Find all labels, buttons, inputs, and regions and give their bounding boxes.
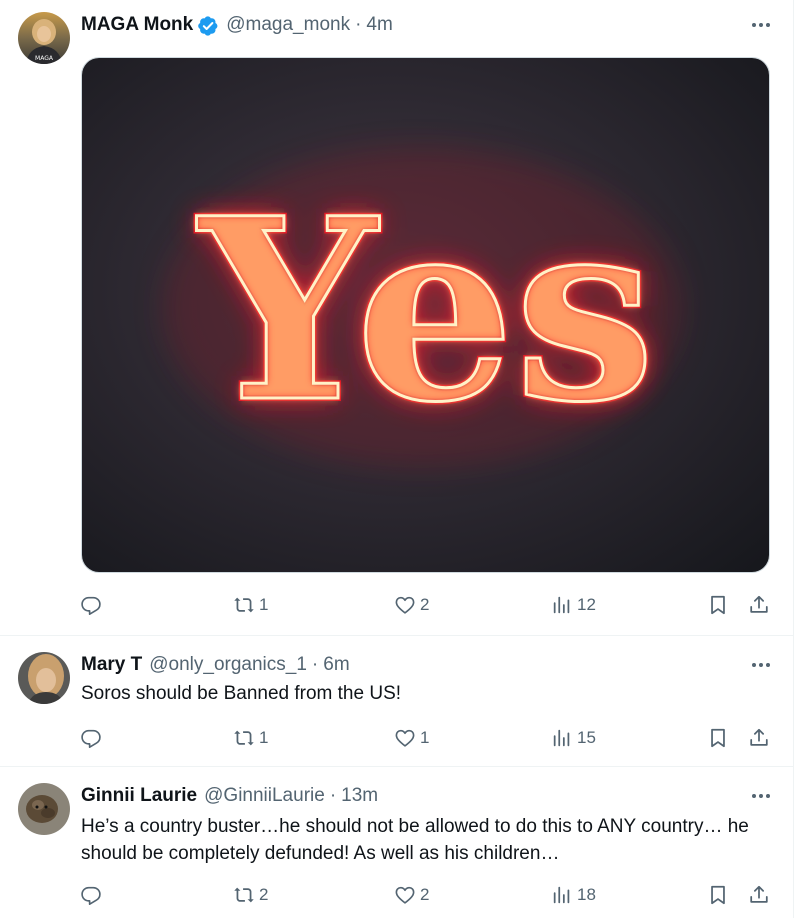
retweet-icon xyxy=(234,887,254,903)
share-button[interactable] xyxy=(748,881,770,909)
like-icon xyxy=(395,886,415,904)
tweet-actions: 1 2 12 xyxy=(0,591,793,619)
separator: · xyxy=(355,14,362,35)
separator: · xyxy=(311,654,319,675)
avatar-badge-text: MAGA xyxy=(35,55,54,62)
views-icon xyxy=(553,596,570,614)
tweet-text: Soros should be Banned from the US! xyxy=(81,683,402,704)
timestamp[interactable]: 6m xyxy=(323,653,349,677)
author-name[interactable]: Mary T xyxy=(81,653,142,677)
retweet-button[interactable]: 2 xyxy=(233,881,268,909)
views-count: 18 xyxy=(577,885,596,904)
reply-icon xyxy=(81,596,101,615)
retweet-count: 2 xyxy=(259,885,269,904)
retweet-count: 1 xyxy=(259,595,269,614)
verified-badge-icon xyxy=(198,15,218,36)
reply-icon xyxy=(81,886,101,905)
timestamp[interactable]: 4m xyxy=(366,13,392,37)
tweet-actions: 1 1 15 xyxy=(0,724,793,752)
tweet-media-image[interactable]: Yes Yes Yes Yes xyxy=(81,57,770,573)
share-icon xyxy=(750,595,768,613)
tweet-card[interactable]: MAGA MAGA Monk @maga_monk · 4m Yes Yes Y… xyxy=(0,0,793,635)
bookmark-icon xyxy=(711,728,725,748)
avatar[interactable] xyxy=(18,783,70,835)
share-icon xyxy=(750,728,768,746)
author-handle[interactable]: @only_organics_1 xyxy=(149,653,307,677)
more-options-icon[interactable] xyxy=(749,784,773,808)
bookmark-button[interactable] xyxy=(707,591,729,619)
share-icon xyxy=(750,885,768,903)
author-handle[interactable]: @maga_monk xyxy=(226,13,350,37)
bookmark-icon xyxy=(711,595,725,615)
views-button[interactable]: 18 xyxy=(551,881,596,909)
views-button[interactable]: 12 xyxy=(551,591,596,619)
reply-button[interactable] xyxy=(80,591,102,619)
views-count: 15 xyxy=(577,728,596,747)
share-button[interactable] xyxy=(748,724,770,752)
author-name[interactable]: MAGA Monk xyxy=(81,13,193,37)
timeline-border xyxy=(793,0,794,918)
reply-button[interactable] xyxy=(80,881,102,909)
bookmark-icon xyxy=(711,885,725,905)
retweet-button[interactable]: 1 xyxy=(233,591,268,619)
reply-button[interactable] xyxy=(80,724,102,752)
views-icon xyxy=(553,886,570,904)
tweet-header: Ginnii Laurie @GinniiLaurie · 13m xyxy=(81,784,378,808)
bookmark-button[interactable] xyxy=(707,724,729,752)
like-count: 2 xyxy=(420,595,430,614)
like-button[interactable]: 1 xyxy=(394,724,429,752)
neon-text-tube: Yes xyxy=(196,163,656,457)
tweet-header: Mary T @only_organics_1 · 6m xyxy=(81,653,350,677)
share-button[interactable] xyxy=(748,591,770,619)
views-icon xyxy=(553,729,570,747)
more-options-icon[interactable] xyxy=(749,653,773,677)
retweet-button[interactable]: 1 xyxy=(233,724,268,752)
author-handle[interactable]: @GinniiLaurie xyxy=(204,784,325,808)
like-count: 1 xyxy=(420,728,430,747)
tweet-text: He’s a country buster…he should not be a… xyxy=(81,816,749,864)
avatar[interactable]: MAGA xyxy=(18,12,70,64)
tweet-card[interactable]: Mary T @only_organics_1 · 6m Soros shoul… xyxy=(0,636,793,766)
timestamp[interactable]: 13m xyxy=(341,784,378,808)
bookmark-button[interactable] xyxy=(707,881,729,909)
retweet-icon xyxy=(234,730,254,746)
retweet-icon xyxy=(234,597,254,613)
like-button[interactable]: 2 xyxy=(394,591,429,619)
reply-icon xyxy=(81,729,101,748)
like-icon xyxy=(395,729,415,747)
like-icon xyxy=(395,596,415,614)
retweet-count: 1 xyxy=(259,728,269,747)
views-button[interactable]: 15 xyxy=(551,724,596,752)
tweet-card[interactable]: Ginnii Laurie @GinniiLaurie · 13m He’s a… xyxy=(0,767,793,918)
views-count: 12 xyxy=(577,595,596,614)
more-options-icon[interactable] xyxy=(749,13,773,37)
tweet-header: MAGA Monk @maga_monk · 4m xyxy=(81,13,393,37)
like-count: 2 xyxy=(420,885,430,904)
avatar[interactable] xyxy=(18,652,70,704)
separator: · xyxy=(329,785,337,806)
tweet-actions: 2 2 18 xyxy=(0,881,793,909)
like-button[interactable]: 2 xyxy=(394,881,429,909)
author-name[interactable]: Ginnii Laurie xyxy=(81,784,197,808)
